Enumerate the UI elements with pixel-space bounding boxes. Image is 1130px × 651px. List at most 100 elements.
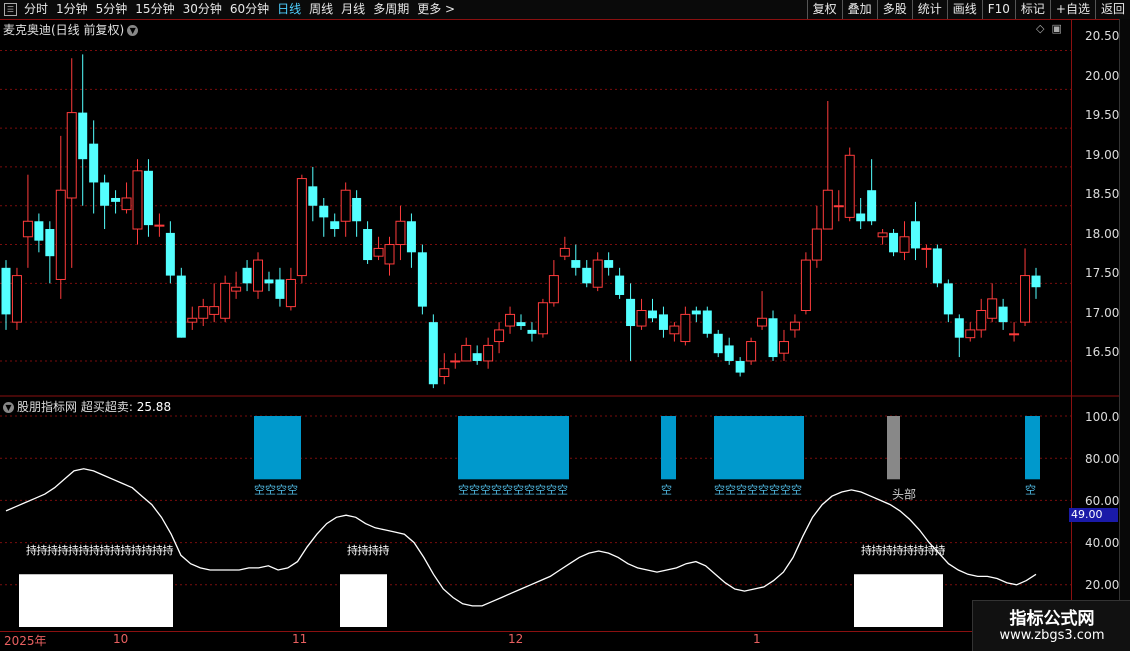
date-axis [0, 631, 1119, 651]
bear-block [661, 416, 676, 480]
kong-label: 空 [557, 482, 568, 496]
chi-label: 持 [924, 543, 935, 557]
candle-body-up [965, 329, 976, 339]
candle-body-down [856, 213, 866, 222]
hold-block [340, 574, 387, 627]
chi-label: 持 [142, 543, 153, 557]
date-label: 11 [292, 632, 308, 646]
kong-label: 空 [480, 482, 491, 496]
candle-body-up [220, 282, 231, 319]
kong-label: 空 [546, 482, 557, 496]
candle-body-down [275, 279, 285, 299]
kong-label: 空 [265, 482, 276, 496]
candle-body-down [724, 345, 734, 361]
candle-body-down [713, 333, 723, 354]
candle-body-up [187, 317, 198, 323]
chi-label: 持 [893, 543, 904, 557]
candle-body-up [373, 247, 384, 257]
chi-label: 持 [79, 543, 90, 557]
chi-label: 持 [882, 543, 893, 557]
candle-body-down [78, 112, 88, 160]
candle-body-up [757, 317, 768, 327]
candle-body-up [505, 313, 516, 327]
date-label: 1 [753, 632, 761, 646]
chi-label: 持 [89, 543, 100, 557]
candle-body-down [363, 229, 373, 261]
candle-body-up [778, 341, 789, 354]
candle-body-up [548, 275, 559, 304]
kong-label: 空 [780, 482, 791, 496]
kong-label: 空 [469, 482, 480, 496]
candle-body-up [198, 306, 209, 319]
candle-body-down [943, 283, 953, 315]
candle-body-down [582, 267, 592, 284]
candle-body-up [461, 344, 472, 362]
price-tick-label: 17.00 [1085, 306, 1120, 320]
kong-label: 空 [491, 482, 502, 496]
chi-label: 持 [914, 543, 925, 557]
candle-body-down [176, 275, 186, 338]
hold-block [19, 574, 173, 627]
chi-label: 持 [68, 543, 79, 557]
candle-body-up [66, 112, 77, 199]
bear-block [254, 416, 301, 480]
date-label: 10 [113, 632, 129, 646]
kong-label: 空 [736, 482, 747, 496]
kong-label: 空 [725, 482, 736, 496]
chi-label: 持 [861, 543, 872, 557]
kong-label: 空 [791, 482, 802, 496]
candle-body-up [55, 189, 66, 280]
bear-block [458, 416, 569, 480]
chart-canvas[interactable]: 空空空空空空空空空空空空空空空空空空空空空空空空头部持持持持持持持持持持持持持持… [0, 0, 1130, 650]
candle-body-up [669, 325, 680, 335]
candle-body-up [537, 302, 548, 335]
side-strip[interactable] [1119, 19, 1130, 631]
candle-body-up [340, 189, 351, 222]
candle-body-up [439, 368, 450, 377]
price-tick-label: 20.00 [1085, 69, 1120, 83]
candle-body-down [867, 190, 877, 222]
candle-body-up [450, 360, 461, 363]
candle-body-down [428, 322, 438, 385]
candle-body-up [976, 310, 987, 331]
indicator-tick-label: 60.00 [1085, 494, 1120, 508]
candle-body-down [954, 318, 964, 338]
price-tick-label: 19.50 [1085, 108, 1120, 122]
candle-body-down [319, 205, 329, 218]
kong-label: 空 [535, 482, 546, 496]
candle-body-up [636, 310, 647, 327]
kong-label: 空 [276, 482, 287, 496]
candle-body-down [998, 306, 1008, 323]
candle-body-down [89, 143, 99, 183]
candle-body-up [483, 344, 494, 362]
candle-body-up [11, 275, 22, 323]
chi-label: 持 [903, 543, 914, 557]
candle-body-up [899, 236, 910, 253]
candle-body-up [559, 247, 570, 257]
chevron-down-icon[interactable]: ▼ [3, 402, 14, 413]
chi-label: 持 [110, 543, 121, 557]
price-tick-label: 19.00 [1085, 148, 1120, 162]
candle-body-up [789, 321, 800, 331]
candle-body-up [822, 189, 833, 230]
kong-label: 空 [661, 482, 672, 496]
kong-label: 空 [714, 482, 725, 496]
candle-body-down [527, 329, 537, 334]
chi-label: 持 [379, 543, 390, 557]
hold-block [854, 574, 943, 627]
candle-body-down [647, 310, 657, 319]
candle-body-down [889, 232, 899, 253]
kong-label: 空 [287, 482, 298, 496]
candle-body-up [833, 205, 844, 208]
kong-label: 空 [747, 482, 758, 496]
candle-body-up [296, 178, 307, 277]
candle-body-up [746, 341, 757, 362]
candle-body-up [384, 244, 395, 265]
chi-label: 持 [152, 543, 163, 557]
date-label: 2025年 [4, 634, 47, 648]
candle-body-down [472, 353, 482, 361]
candle-body-down [910, 221, 920, 249]
candle-body-down [34, 221, 44, 241]
indicator-title[interactable]: ▼ 股朋指标网 超买超卖: 25.88 [3, 398, 171, 415]
bear-block [714, 416, 804, 480]
